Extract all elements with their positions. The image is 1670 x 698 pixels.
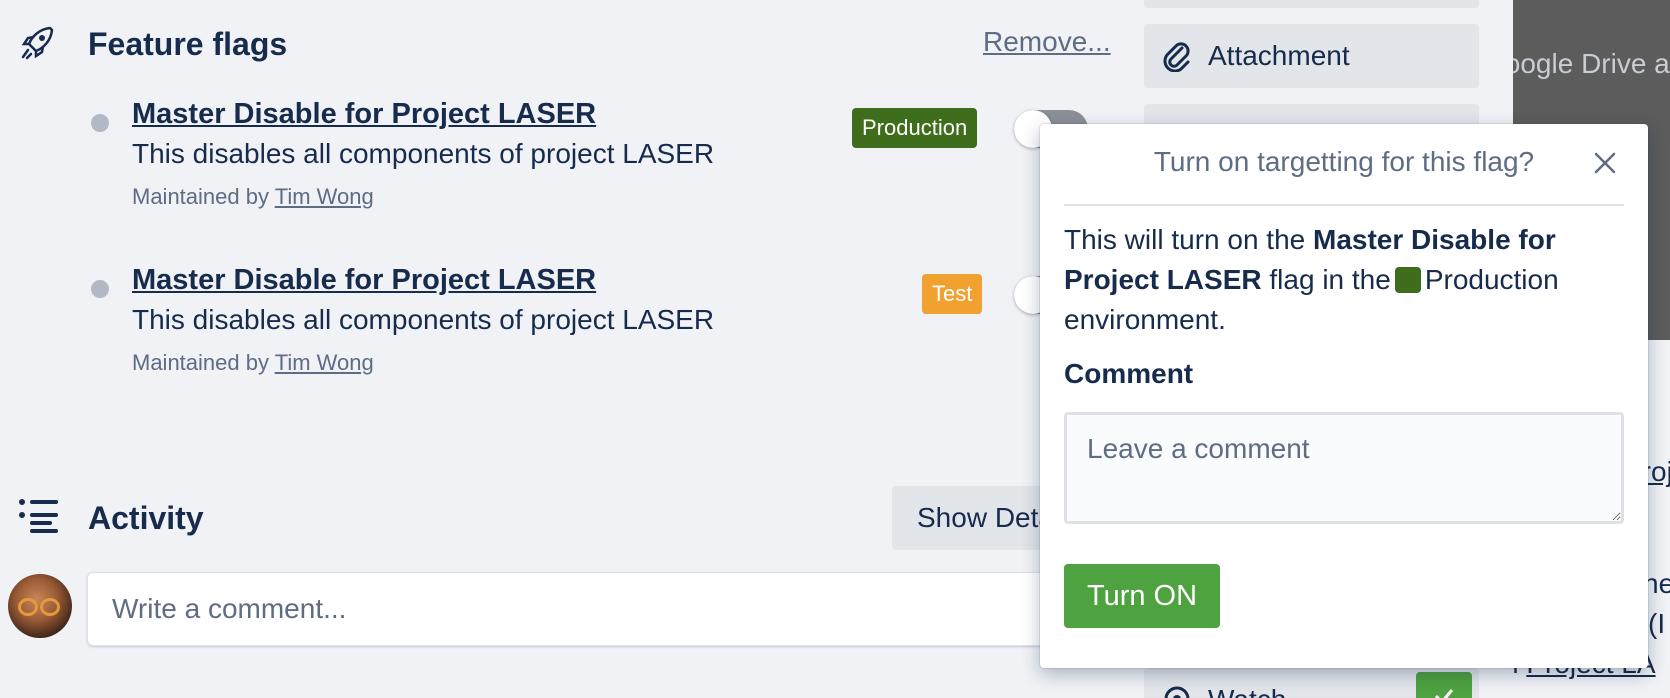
flag-maintainer: Maintained by Tim Wong bbox=[132, 350, 374, 376]
popover-title: Turn on targetting for this flag? bbox=[1153, 146, 1535, 177]
avatar-glasses bbox=[40, 598, 60, 616]
avatar bbox=[8, 574, 72, 638]
turn-on-button[interactable]: Turn ON bbox=[1064, 564, 1220, 628]
paperclip-icon bbox=[1163, 42, 1190, 72]
flag-name-link[interactable]: Master Disable for Project LASER bbox=[132, 98, 596, 131]
activity-comment-input[interactable]: Write a comment... bbox=[87, 572, 1147, 646]
maintained-by-label: Maintained by bbox=[132, 184, 269, 209]
message-environment: Production bbox=[1424, 264, 1559, 295]
watch-label: Watch bbox=[1208, 668, 1286, 698]
attachment-label: Attachment bbox=[1208, 40, 1350, 71]
flag-name-link[interactable]: Master Disable for Project LASER bbox=[132, 264, 596, 297]
background-text: (I bbox=[1648, 608, 1666, 639]
comment-textarea[interactable] bbox=[1064, 412, 1624, 524]
message-prefix: This will turn on the bbox=[1064, 224, 1306, 255]
flag-description: This disables all components of project … bbox=[132, 304, 715, 335]
comment-label: Comment bbox=[1064, 358, 1194, 389]
activity-title: Activity bbox=[88, 500, 204, 536]
maintained-by-label: Maintained by bbox=[132, 350, 269, 375]
check-icon bbox=[1434, 689, 1454, 698]
environment-badge-test: Test bbox=[922, 274, 983, 314]
feature-flags-title: Feature flags bbox=[88, 26, 288, 62]
remove-link[interactable]: Remove... bbox=[983, 26, 1111, 58]
rocket-icon bbox=[21, 26, 54, 60]
sidebar-button-top[interactable] bbox=[1144, 0, 1479, 8]
message-suffix: environment. bbox=[1064, 304, 1226, 335]
close-icon[interactable] bbox=[1590, 148, 1620, 178]
message-middle: flag in the bbox=[1269, 264, 1391, 295]
activity-list-icon bbox=[19, 499, 58, 533]
attachment-button[interactable]: Attachment bbox=[1144, 24, 1479, 88]
background-text: Google Drive and bbox=[1513, 48, 1670, 79]
environment-color-swatch bbox=[1394, 267, 1421, 293]
flag-description: This disables all components of project … bbox=[132, 138, 715, 169]
maintainer-link[interactable]: Tim Wong bbox=[275, 184, 374, 209]
turn-on-targeting-popover: Turn on targetting for this flag? This w… bbox=[1040, 124, 1648, 668]
maintainer-link[interactable]: Tim Wong bbox=[275, 350, 374, 375]
flag-status-dot bbox=[91, 114, 109, 132]
environment-badge-production: Production bbox=[852, 108, 978, 148]
popover-divider bbox=[1064, 204, 1624, 206]
watch-check-button[interactable] bbox=[1416, 672, 1472, 698]
flag-maintainer: Maintained by Tim Wong bbox=[132, 184, 374, 210]
eye-icon bbox=[1164, 686, 1190, 698]
avatar-glasses bbox=[18, 598, 38, 616]
popover-message: This will turn on the Master Disable for… bbox=[1064, 220, 1624, 340]
flag-status-dot bbox=[91, 280, 109, 298]
